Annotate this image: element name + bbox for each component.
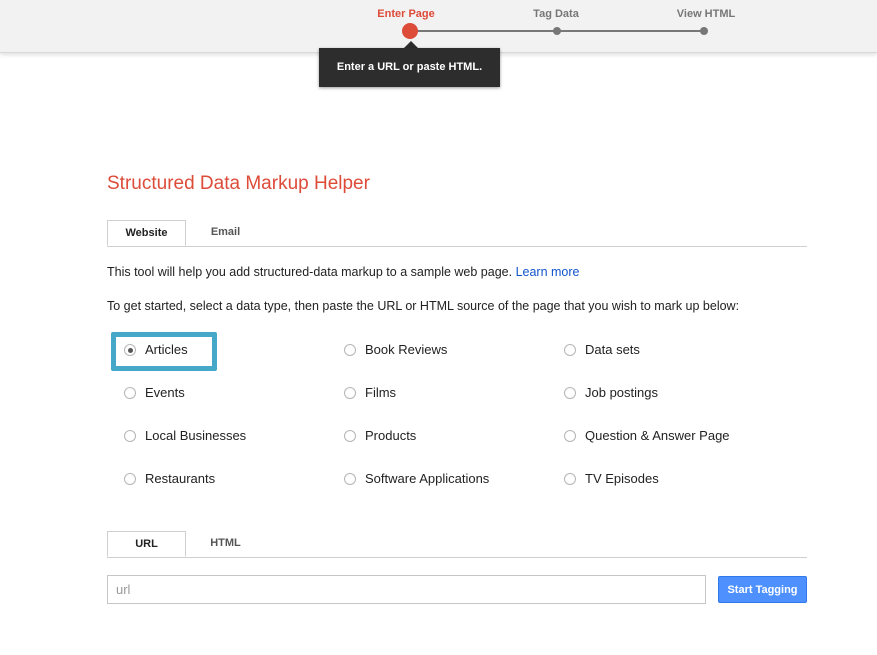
option-label: Films bbox=[365, 385, 397, 400]
url-input[interactable] bbox=[107, 575, 706, 604]
progress-header: Enter Page Tag Data View HTML bbox=[0, 0, 877, 53]
page-title: Structured Data Markup Helper bbox=[107, 173, 370, 194]
radio-software-applications[interactable] bbox=[344, 473, 356, 485]
intro-text: This tool will help you add structured-d… bbox=[107, 265, 513, 279]
radio-films[interactable] bbox=[344, 387, 356, 399]
source-tabs: Website Email bbox=[107, 220, 807, 247]
start-tagging-button[interactable]: Start Tagging bbox=[718, 576, 807, 603]
radio-question-answer-page[interactable] bbox=[564, 430, 576, 442]
step-enter-page-label: Enter Page bbox=[377, 8, 435, 20]
option-label: Job postings bbox=[585, 385, 658, 400]
step-tag-data-label: Tag Data bbox=[533, 8, 579, 20]
step-enter-page-dot bbox=[402, 23, 418, 39]
radio-selected-dot bbox=[127, 347, 133, 353]
radio-local-businesses[interactable] bbox=[124, 430, 136, 442]
radio-data-sets[interactable] bbox=[564, 344, 576, 356]
learn-more-link[interactable]: Learn more bbox=[516, 265, 580, 279]
tab-html[interactable]: HTML bbox=[186, 531, 265, 556]
tooltip-arrow bbox=[404, 41, 418, 48]
radio-events[interactable] bbox=[124, 387, 136, 399]
tab-url[interactable]: URL bbox=[107, 531, 186, 557]
radio-products[interactable] bbox=[344, 430, 356, 442]
option-label: TV Episodes bbox=[585, 471, 659, 486]
option-label: Articles bbox=[145, 342, 188, 357]
intro-paragraph: This tool will help you add structured-d… bbox=[107, 265, 580, 279]
option-label: Events bbox=[145, 385, 185, 400]
tab-email[interactable]: Email bbox=[186, 220, 265, 245]
tab-website[interactable]: Website bbox=[107, 220, 186, 246]
radio-articles[interactable] bbox=[124, 344, 136, 356]
option-label: Local Businesses bbox=[145, 428, 247, 443]
input-tabs: URL HTML bbox=[107, 531, 807, 558]
step-view-html-label: View HTML bbox=[676, 8, 736, 20]
instructions-text: To get started, select a data type, then… bbox=[107, 299, 740, 313]
option-label: Question & Answer Page bbox=[585, 428, 730, 443]
step-tag-data-dot bbox=[553, 27, 561, 35]
step-view-html-dot bbox=[700, 27, 708, 35]
option-label: Products bbox=[365, 428, 417, 443]
tooltip: Enter a URL or paste HTML. bbox=[319, 48, 500, 87]
radio-restaurants[interactable] bbox=[124, 473, 136, 485]
option-label: Restaurants bbox=[145, 471, 216, 486]
radio-job-postings[interactable] bbox=[564, 387, 576, 399]
option-label: Software Applications bbox=[365, 471, 490, 486]
radio-tv-episodes[interactable] bbox=[564, 473, 576, 485]
radio-book-reviews[interactable] bbox=[344, 344, 356, 356]
option-label: Book Reviews bbox=[365, 342, 448, 357]
option-label: Data sets bbox=[585, 342, 640, 357]
